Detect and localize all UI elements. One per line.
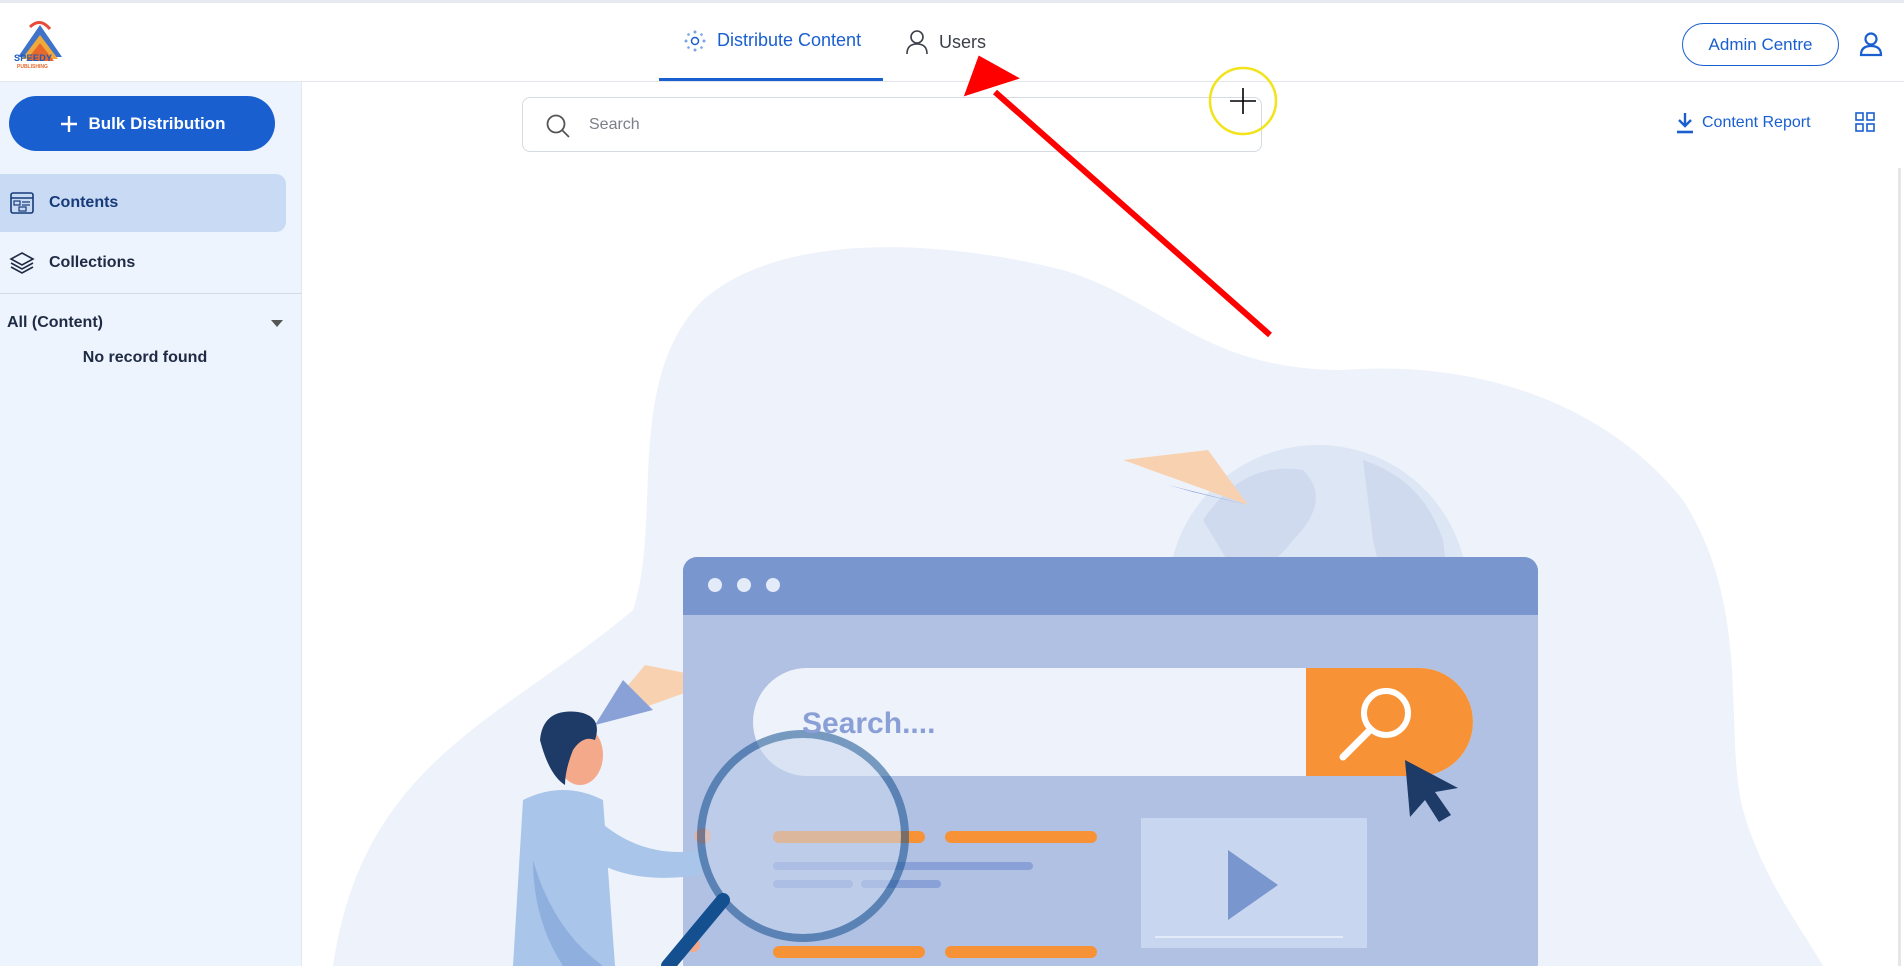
content-report-label: Content Report (1702, 114, 1811, 131)
search-input[interactable] (589, 110, 1229, 140)
tab-distribute-label: Distribute Content (717, 30, 862, 50)
logo-text: SPEEDY (14, 53, 53, 63)
tab-users-label: Users (939, 31, 987, 52)
app-root: SPEEDY PUBLISHING Distribute Content Use… (0, 0, 1904, 966)
cursor-indicator (1208, 66, 1278, 136)
sidebar-divider (0, 293, 302, 294)
illustration-search-text: Search.... (802, 707, 936, 740)
plus-icon (60, 115, 77, 132)
content-report-link[interactable]: Content Report (1676, 112, 1811, 134)
tab-users[interactable]: Users (905, 3, 1015, 81)
bulk-distribution-label: Bulk Distribution (88, 113, 226, 133)
grid-view-icon[interactable] (1855, 112, 1875, 132)
logo-subtext: PUBLISHING (17, 64, 48, 70)
user-icon (906, 30, 928, 55)
download-icon (1677, 113, 1693, 134)
sidebar-item-contents-label: Contents (49, 194, 119, 211)
top-header: SPEEDY PUBLISHING Distribute Content Use… (0, 0, 1904, 82)
admin-centre-button[interactable]: Admin Centre (1682, 23, 1839, 66)
tab-distribute-content[interactable]: Distribute Content (659, 3, 883, 81)
sidebar-item-collections[interactable]: Collections (0, 234, 286, 292)
sidebar: Bulk Distribution Contents Collections A… (0, 82, 302, 966)
network-icon (684, 30, 706, 51)
empty-state-illustration (333, 247, 1823, 966)
chevron-down-icon[interactable] (271, 320, 283, 327)
content-filter-label[interactable]: All (Content) (7, 314, 103, 332)
sidebar-item-contents[interactable]: Contents (0, 174, 286, 232)
account-icon[interactable] (1858, 31, 1884, 57)
layers-icon (9, 252, 35, 274)
scrollbar[interactable] (1898, 168, 1901, 966)
search-icon (546, 114, 570, 138)
bulk-distribution-button[interactable]: Bulk Distribution (9, 96, 275, 151)
sidebar-item-collections-label: Collections (49, 254, 136, 271)
contents-icon (10, 192, 34, 214)
empty-state-text: No record found (82, 349, 208, 366)
search-box[interactable] (522, 97, 1262, 152)
